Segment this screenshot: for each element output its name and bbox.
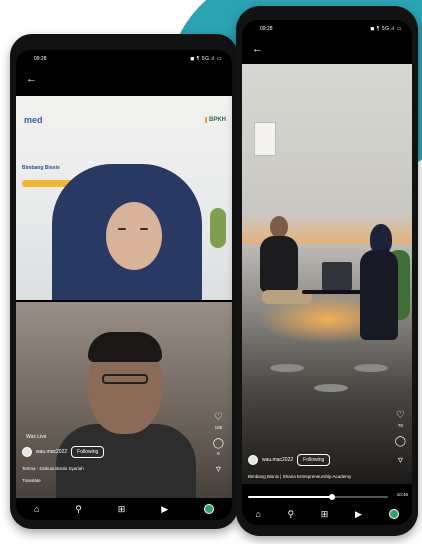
bottom-nav: ⌂ ⚲ ⊞ ▶	[242, 503, 412, 525]
caption: Terima · Diskusi Bisnis Syariah	[22, 466, 84, 471]
user-avatar[interactable]	[22, 447, 32, 457]
laptop	[322, 262, 352, 290]
live-video-host-bottom: Wax Live wau.mac2022 Following Terima · …	[16, 302, 232, 520]
right-phone-screen: 09:28 ◼ ¶ 5G.ıl ▭ ← ♡ 78 ◯ ▿ wau.mac2022…	[242, 20, 412, 525]
bottom-nav: ⌂ ⚲ ⊞ ▶	[16, 498, 232, 520]
profile-avatar[interactable]	[204, 504, 214, 514]
search-icon[interactable]: ⚲	[287, 509, 294, 520]
stool	[354, 364, 388, 372]
share-icon[interactable]: ▿	[398, 455, 403, 466]
home-icon[interactable]: ⌂	[255, 509, 260, 519]
reels-icon[interactable]: ▶	[355, 509, 362, 520]
guest-body	[360, 250, 398, 340]
status-icons: ◼ ¶ 5G.ıl ▭	[190, 56, 222, 62]
search-icon[interactable]: ⚲	[75, 504, 82, 515]
wall-poster	[254, 122, 276, 156]
host-glasses	[102, 374, 148, 384]
host-head	[270, 216, 288, 238]
sponsor-logos: med BPKH	[24, 114, 226, 126]
right-phone: 09:28 ◼ ¶ 5G.ıl ▭ ← ♡ 78 ◯ ▿ wau.mac2022…	[236, 6, 418, 536]
host-body	[260, 236, 298, 292]
username[interactable]: wau.mac2022	[262, 457, 293, 463]
comment-icon[interactable]: ◯	[213, 438, 224, 449]
progress-knob[interactable]	[329, 494, 335, 500]
heart-icon[interactable]: ♡	[396, 410, 405, 421]
comment-count: 0	[217, 451, 220, 456]
user-row: wau.mac2022 Following	[22, 446, 105, 458]
left-phone: 09:28 ◼ ¶ 5G.ıl ▭ ← med BPKH Bimbang Bis…	[10, 34, 238, 529]
status-bar: 09:28 ◼ ¶ 5G.ıl ▭	[16, 50, 232, 68]
reels-icon[interactable]: ▶	[161, 504, 168, 515]
like-count: 78	[397, 423, 403, 428]
like-count: 106	[214, 425, 223, 430]
stool	[314, 384, 348, 392]
following-button[interactable]: Following	[71, 446, 105, 458]
add-icon[interactable]: ⊞	[321, 509, 329, 520]
host-hair	[88, 332, 162, 362]
username[interactable]: wau.mac2022	[36, 449, 67, 455]
banner-title: Bimbang Bisnis	[22, 165, 60, 171]
stool	[270, 364, 304, 372]
status-icons: ◼ ¶ 5G.ıl ▭	[370, 26, 402, 32]
status-time: 09:28	[34, 56, 47, 62]
translate-link[interactable]: Translate	[22, 478, 41, 483]
heart-icon[interactable]: ♡	[214, 412, 223, 423]
caption: Bimbang Bisnis | Sharia Entrepreneurship…	[248, 474, 352, 479]
action-icons: ♡ 78 ◯ ▿	[395, 410, 406, 466]
live-label: Wax Live	[26, 434, 47, 440]
share-icon[interactable]: ▿	[216, 464, 221, 475]
stage: 09:28 ◼ ¶ 5G.ıl ▭ ← med BPKH Bimbang Bis…	[0, 0, 422, 544]
home-icon[interactable]: ⌂	[34, 504, 39, 514]
back-arrow-icon[interactable]: ←	[252, 44, 263, 55]
time-right: 10:46	[396, 492, 408, 497]
user-avatar[interactable]	[248, 455, 258, 465]
eye	[118, 228, 126, 230]
following-button[interactable]: Following	[297, 454, 331, 466]
progress-bar[interactable]	[248, 494, 388, 500]
user-row: wau.mac2022 Following	[248, 454, 331, 466]
profile-avatar[interactable]	[388, 509, 399, 519]
action-icons: ♡ 106 ◯ 0 ▿	[213, 412, 224, 475]
table	[302, 290, 362, 294]
logo-bpkh: BPKH	[204, 117, 226, 123]
speaker-face	[106, 202, 162, 270]
plant-decoration	[210, 208, 226, 248]
status-time: 09:28	[260, 26, 273, 32]
add-icon[interactable]: ⊞	[118, 504, 126, 515]
logo-med: med	[24, 115, 43, 125]
back-arrow-icon[interactable]: ←	[26, 74, 37, 85]
eye	[140, 228, 148, 230]
progress-fill	[248, 496, 332, 498]
live-video-guest-top: med BPKH Bimbang Bisnis	[16, 96, 232, 300]
comment-icon[interactable]: ◯	[395, 436, 406, 447]
left-phone-screen: 09:28 ◼ ¶ 5G.ıl ▭ ← med BPKH Bimbang Bis…	[16, 50, 232, 520]
status-bar: 09:28 ◼ ¶ 5G.ıl ▭	[242, 20, 412, 38]
podcast-video: ♡ 78 ◯ ▿	[242, 64, 412, 484]
